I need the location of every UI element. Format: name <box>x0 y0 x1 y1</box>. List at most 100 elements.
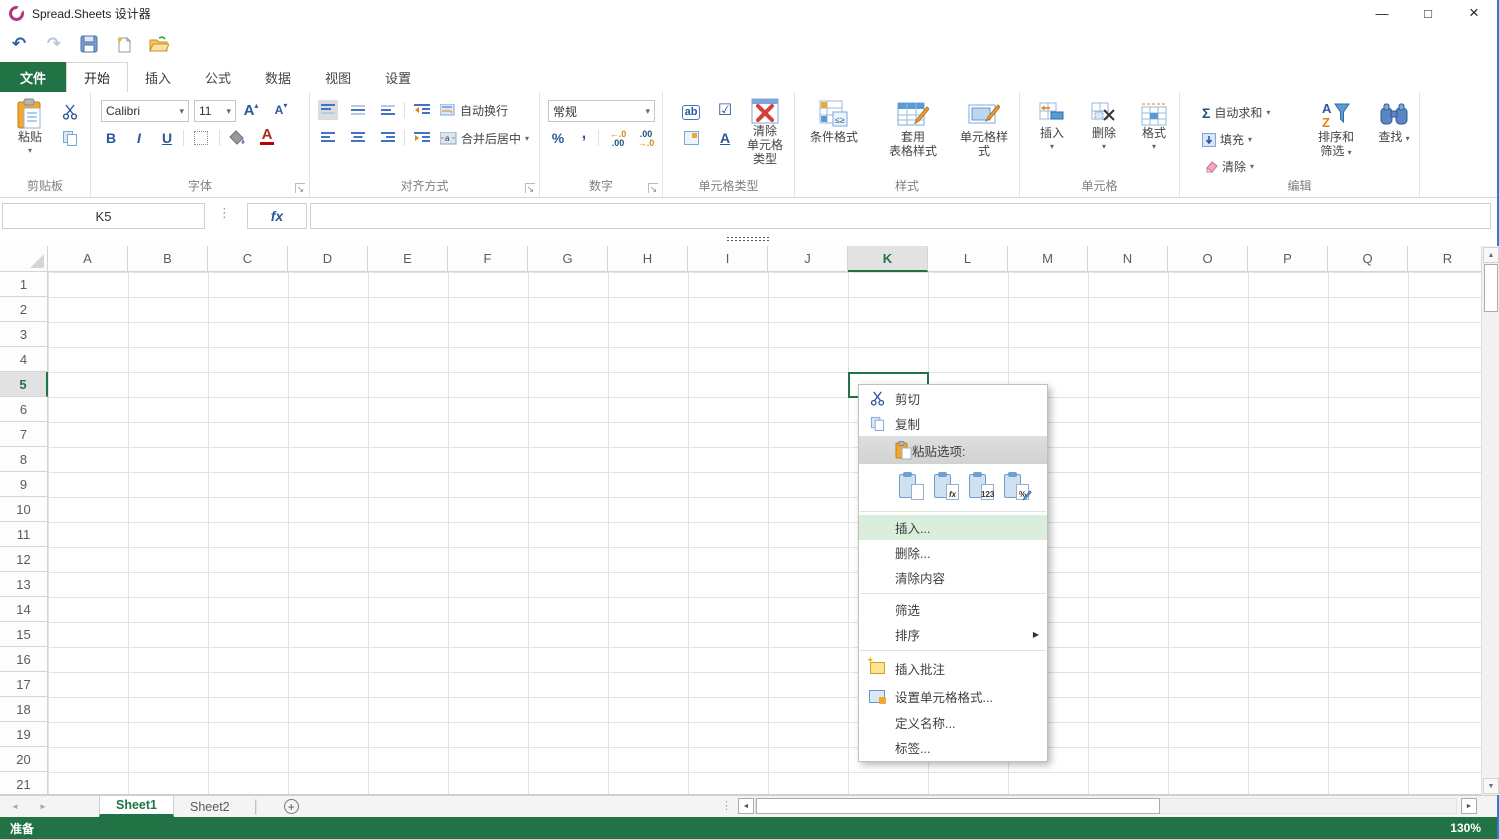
row-header-6[interactable]: 6 <box>0 397 48 422</box>
format-as-table-button[interactable]: 套用 表格样式 <box>881 100 945 158</box>
row-header-4[interactable]: 4 <box>0 347 48 372</box>
column-header-P[interactable]: P <box>1248 246 1328 272</box>
row-header-12[interactable]: 12 <box>0 547 48 572</box>
paste-values-button[interactable]: 123 <box>969 472 994 500</box>
paste-formatting-button[interactable]: % <box>1004 472 1032 501</box>
zoom-level[interactable]: 130% <box>1450 821 1497 835</box>
tab-file[interactable]: 文件 <box>0 62 66 92</box>
fill-color-button[interactable] <box>227 128 247 148</box>
insert-cells-button[interactable]: 插入 ▾ <box>1032 102 1072 154</box>
increase-indent-button[interactable] <box>412 128 432 148</box>
menu-item-cut[interactable]: 剪切 <box>859 386 1047 411</box>
column-header-F[interactable]: F <box>448 246 528 272</box>
column-header-J[interactable]: J <box>768 246 848 272</box>
menu-item-tag[interactable]: 标签... <box>859 735 1047 760</box>
comma-style-button[interactable]: , <box>574 124 594 144</box>
fx-button[interactable]: fx <box>247 203 307 229</box>
cells-area[interactable] <box>48 272 1481 794</box>
hscroll-left-button[interactable]: ◄ <box>738 798 754 814</box>
find-button[interactable]: 查找 ▾ <box>1372 100 1416 146</box>
decrease-decimal-button[interactable]: .00 →.0 <box>634 130 658 148</box>
row-header-13[interactable]: 13 <box>0 572 48 597</box>
shrink-font-button[interactable]: A ▾ <box>271 100 291 120</box>
column-header-H[interactable]: H <box>608 246 688 272</box>
column-header-B[interactable]: B <box>128 246 208 272</box>
scroll-up-button[interactable]: ▲ <box>1483 247 1499 263</box>
hyperlink-celltype-button[interactable]: A <box>715 128 735 148</box>
tab-settings[interactable]: 设置 <box>368 62 428 92</box>
sheet-nav-left-icon[interactable]: ◄ <box>0 802 30 811</box>
undo-icon[interactable]: ↶ <box>8 33 30 55</box>
formula-input[interactable] <box>310 203 1491 229</box>
clear-celltype-button[interactable]: 清除 单元格 类型 <box>739 98 791 166</box>
align-right-button[interactable] <box>378 128 398 148</box>
row-header-3[interactable]: 3 <box>0 322 48 347</box>
open-folder-icon[interactable] <box>148 33 170 55</box>
paste-formulas-button[interactable]: fx <box>934 472 959 500</box>
tab-data[interactable]: 数据 <box>248 62 308 92</box>
tab-home[interactable]: 开始 <box>66 62 129 92</box>
number-format-select[interactable]: 常规 ▾ <box>548 100 655 122</box>
row-header-9[interactable]: 9 <box>0 472 48 497</box>
autosum-button[interactable]: Σ 自动求和 ▾ <box>1202 104 1270 121</box>
column-header-D[interactable]: D <box>288 246 368 272</box>
menu-item-clear-contents[interactable]: 清除内容 <box>859 565 1047 590</box>
cut-icon[interactable] <box>60 102 80 122</box>
italic-button[interactable]: I <box>129 128 149 148</box>
column-header-R[interactable]: R <box>1408 246 1481 272</box>
column-header-G[interactable]: G <box>528 246 608 272</box>
menu-item-insert-comment[interactable]: 插入批注 <box>859 654 1047 682</box>
column-header-M[interactable]: M <box>1008 246 1088 272</box>
delete-cells-button[interactable]: 删除 ▾ <box>1084 102 1124 154</box>
add-sheet-button[interactable]: + <box>283 799 299 814</box>
row-header-19[interactable]: 19 <box>0 722 48 747</box>
sheet-tab-sheet1[interactable]: Sheet1 <box>99 796 174 817</box>
maximize-button[interactable]: □ <box>1405 0 1451 26</box>
font-color-button[interactable]: A <box>257 126 277 146</box>
menu-item-define-name[interactable]: 定义名称... <box>859 710 1047 735</box>
row-header-20[interactable]: 20 <box>0 747 48 772</box>
align-bottom-button[interactable] <box>378 100 398 120</box>
paste-button[interactable] <box>899 472 924 500</box>
select-all-corner[interactable] <box>0 246 48 272</box>
font-size-select[interactable]: 11 ▾ <box>194 100 236 122</box>
row-header-16[interactable]: 16 <box>0 647 48 672</box>
merge-center-button[interactable]: a 合并后居中 ▾ <box>440 130 529 147</box>
vertical-scrollbar[interactable]: ▲ ▼ <box>1481 246 1499 795</box>
column-header-Q[interactable]: Q <box>1328 246 1408 272</box>
font-family-select[interactable]: Calibri ▾ <box>101 100 189 122</box>
row-header-7[interactable]: 7 <box>0 422 48 447</box>
menu-item-format-cells[interactable]: 设置单元格格式... <box>859 682 1047 710</box>
copy-icon[interactable] <box>60 128 80 148</box>
checkbox-celltype-button[interactable]: ☑ <box>715 100 735 120</box>
row-header-15[interactable]: 15 <box>0 622 48 647</box>
menu-item-delete[interactable]: 删除... <box>859 540 1047 565</box>
text-celltype-button[interactable]: ab <box>681 102 701 122</box>
align-left-button[interactable] <box>318 128 338 148</box>
save-icon[interactable] <box>78 33 100 55</box>
percent-style-button[interactable]: % <box>548 128 568 148</box>
borders-button[interactable] <box>191 128 211 148</box>
column-header-E[interactable]: E <box>368 246 448 272</box>
increase-decimal-button[interactable]: ←.0 .00 <box>606 130 630 148</box>
row-header-11[interactable]: 11 <box>0 522 48 547</box>
row-header-14[interactable]: 14 <box>0 597 48 622</box>
tab-insert[interactable]: 插入 <box>128 62 188 92</box>
menu-item-sort[interactable]: 排序 ▶ <box>859 622 1047 647</box>
name-box[interactable]: K5 <box>2 203 205 229</box>
horizontal-scroll-thumb[interactable] <box>756 798 1160 814</box>
formula-grid-splitter[interactable] <box>0 231 1497 246</box>
column-header-N[interactable]: N <box>1088 246 1168 272</box>
paste-button[interactable]: 粘贴 ▾ <box>8 98 52 158</box>
hscroll-right-button[interactable]: ► <box>1461 798 1477 814</box>
column-header-L[interactable]: L <box>928 246 1008 272</box>
tab-formulas[interactable]: 公式 <box>188 62 248 92</box>
row-header-21[interactable]: 21 <box>0 772 48 794</box>
column-header-K[interactable]: K <box>848 246 928 272</box>
align-center-button[interactable] <box>348 128 368 148</box>
row-header-8[interactable]: 8 <box>0 447 48 472</box>
sheet-tab-sheet2[interactable]: Sheet2 <box>174 796 246 817</box>
bold-button[interactable]: B <box>101 128 121 148</box>
new-document-icon[interactable]: ✦ <box>113 33 135 55</box>
minimize-button[interactable]: — <box>1359 0 1405 26</box>
